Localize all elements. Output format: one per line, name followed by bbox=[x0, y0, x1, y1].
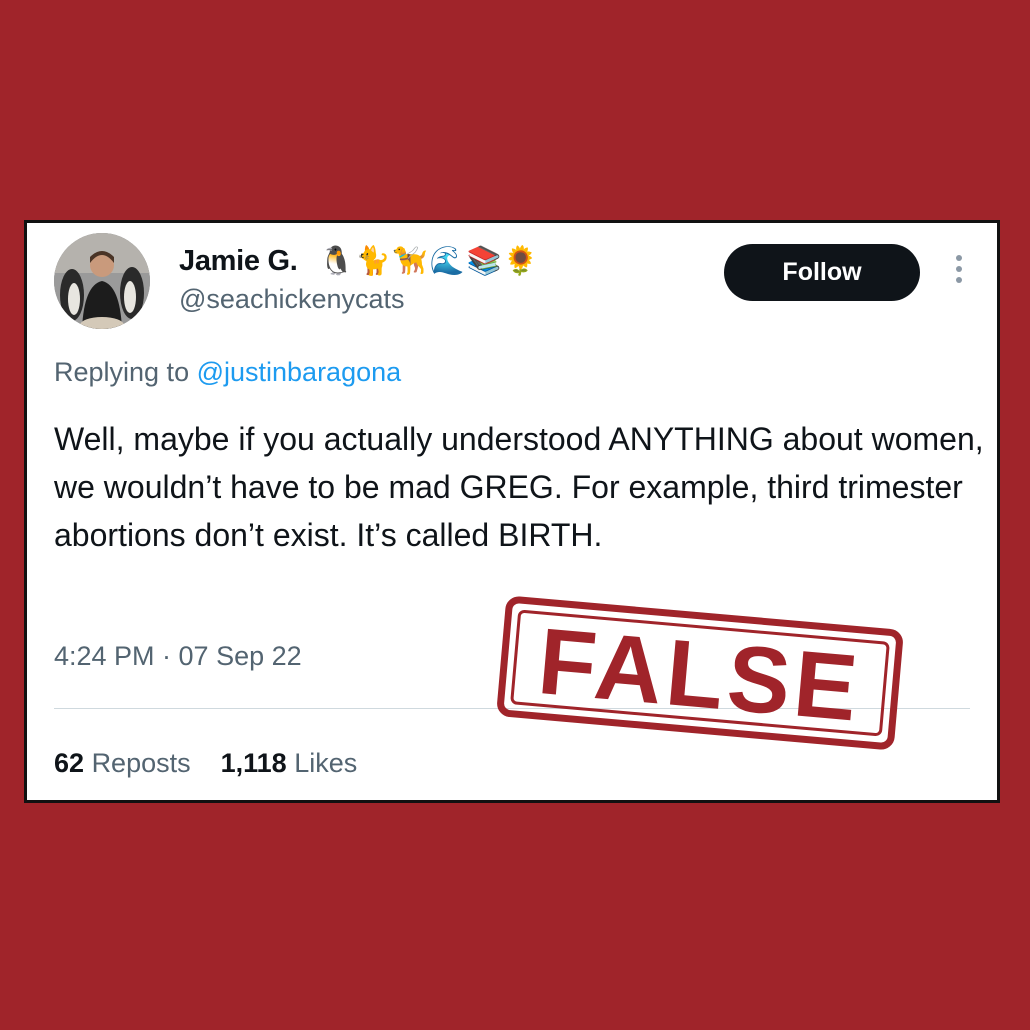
books-emoji: 📚 bbox=[466, 244, 502, 277]
reply-mention-link[interactable]: @justinbaragona bbox=[197, 357, 402, 387]
tweet-stats: 62 Reposts 1,118 Likes bbox=[54, 748, 357, 779]
likes-count: 1,118 bbox=[220, 748, 287, 778]
tweet-timestamp[interactable]: 4:24 PM · 07 Sep 22 bbox=[54, 641, 302, 672]
follow-button[interactable]: Follow bbox=[724, 244, 920, 301]
reposts-stat[interactable]: 62 Reposts bbox=[54, 748, 191, 778]
sunflower-emoji: 🌻 bbox=[503, 244, 539, 277]
cat-emoji: 🐈 bbox=[355, 244, 391, 277]
display-name[interactable]: Jamie G. bbox=[179, 245, 298, 278]
avatar-photo bbox=[54, 233, 150, 329]
wave-emoji: 🌊 bbox=[429, 244, 465, 277]
reposts-count: 62 bbox=[54, 748, 85, 778]
likes-stat[interactable]: 1,118 Likes bbox=[221, 748, 358, 778]
more-options-icon[interactable] bbox=[951, 255, 967, 291]
replying-to: Replying to @justinbaragona bbox=[54, 357, 401, 388]
penguin-emoji: 🐧 bbox=[319, 244, 354, 277]
name-emojis: 🐧 🐈 🦮 🌊 📚 🌻 bbox=[319, 243, 538, 279]
avatar[interactable] bbox=[54, 233, 150, 329]
dog-emoji: 🦮 bbox=[392, 244, 428, 277]
replying-to-label: Replying to bbox=[54, 357, 197, 387]
reposts-label: Reposts bbox=[91, 748, 191, 778]
tweet-text: Well, maybe if you actually understood A… bbox=[54, 421, 984, 553]
likes-label: Likes bbox=[294, 748, 358, 778]
user-handle[interactable]: @seachickenycats bbox=[179, 284, 405, 315]
